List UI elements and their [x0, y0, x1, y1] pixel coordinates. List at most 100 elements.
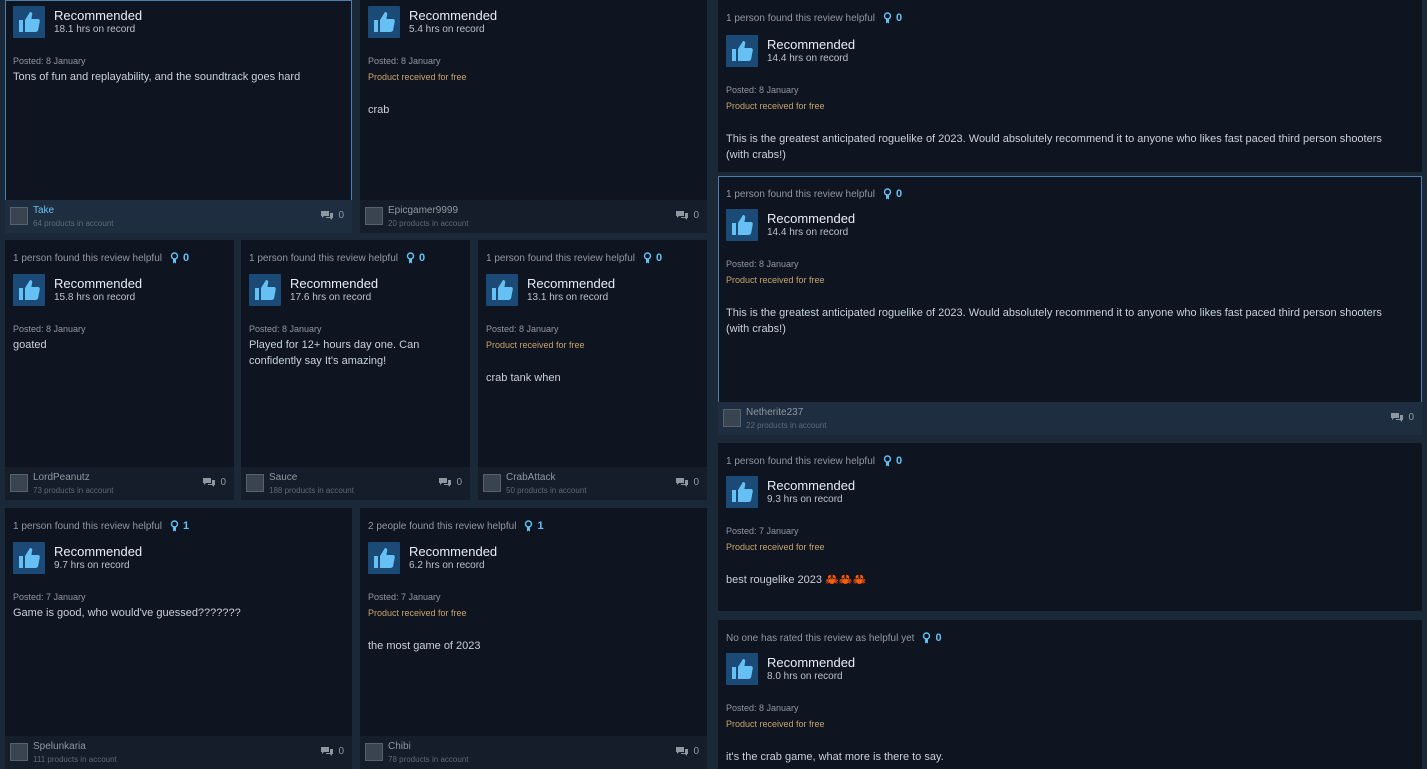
review-header[interactable]: Recommended 5.4 hrs on record — [368, 6, 497, 38]
review-card[interactable]: 1 person found this review helpful 0 Reco… — [5, 240, 234, 500]
posted-date: Posted: 8 January — [368, 56, 441, 66]
review-card[interactable]: 1 person found this review helpful 0 Reco… — [241, 240, 470, 500]
avatar[interactable] — [483, 474, 501, 492]
award-button[interactable]: 0 — [170, 252, 189, 264]
review-card[interactable]: 1 person found this review helpful 0 Reco… — [718, 0, 1422, 172]
comment-icon — [321, 747, 334, 756]
avatar[interactable] — [365, 207, 383, 225]
username[interactable]: Chibi — [388, 741, 411, 752]
review-header[interactable]: Recommended 8.0 hrs on record — [726, 653, 855, 685]
posted-date: Posted: 7 January — [726, 526, 799, 536]
comment-count[interactable]: 0 — [438, 477, 462, 488]
hours-on-record: 14.4 hrs on record — [767, 226, 849, 238]
helpful-count-label: 1 person found this review helpful 0 — [486, 252, 663, 264]
posted-date: Posted: 8 January — [726, 259, 799, 269]
comment-count[interactable]: 0 — [1390, 412, 1414, 423]
review-author[interactable]: CrabAttack 50 products in account 0 — [478, 467, 707, 500]
avatar[interactable] — [365, 743, 383, 761]
username[interactable]: LordPeanutz — [33, 472, 90, 483]
posted-date: Posted: 8 January — [13, 56, 86, 66]
helpful-count-label: 1 person found this review helpful 1 — [13, 520, 190, 532]
comment-count[interactable]: 0 — [202, 477, 226, 488]
review-header[interactable]: Recommended 15.8 hrs on record — [13, 274, 142, 306]
review-header[interactable]: Recommended 18.1 hrs on record — [13, 6, 142, 38]
review-text: Game is good, who would've guessed??????… — [13, 607, 241, 619]
hours-on-record: 14.4 hrs on record — [767, 52, 849, 64]
thumbs-up-icon — [726, 476, 758, 508]
award-button[interactable]: 0 — [922, 632, 942, 644]
award-icon — [170, 252, 179, 264]
review-card[interactable]: 1 person found this review helpful 1 Reco… — [5, 508, 352, 769]
helpful-count-label: 2 people found this review helpful 1 — [368, 520, 544, 532]
review-header[interactable]: Recommended 9.7 hrs on record — [13, 542, 142, 574]
username[interactable]: Take — [33, 205, 54, 216]
award-button[interactable]: 1 — [170, 520, 189, 532]
review-card[interactable]: 1 person found this review helpful 0 Reco… — [718, 176, 1422, 435]
comment-count[interactable]: 0 — [675, 210, 699, 221]
review-card[interactable]: Recommended 5.4 hrs on record Posted: 8 … — [360, 0, 707, 233]
review-author[interactable]: Chibi 78 products in account 0 — [360, 736, 707, 769]
username[interactable]: Netherite237 — [746, 407, 803, 418]
review-author[interactable]: Epicgamer9999 20 products in account 0 — [360, 200, 707, 233]
review-card[interactable]: 1 person found this review helpful 0 Reco… — [718, 443, 1422, 611]
comment-count[interactable]: 0 — [320, 746, 344, 757]
posted-date: Posted: 8 January — [13, 324, 86, 334]
review-text: it's the crab game, what more is there t… — [726, 751, 944, 763]
avatar[interactable] — [246, 474, 264, 492]
posted-date: Posted: 7 January — [368, 592, 441, 602]
review-card[interactable]: Recommended 18.1 hrs on record Posted: 8… — [5, 0, 352, 233]
comment-count[interactable]: 0 — [675, 477, 699, 488]
avatar[interactable] — [10, 474, 28, 492]
award-button[interactable]: 0 — [883, 12, 902, 24]
username[interactable]: CrabAttack — [506, 472, 555, 483]
review-author[interactable]: Netherite237 22 products in account 0 — [718, 402, 1422, 435]
helpful-count-label: 1 person found this review helpful 0 — [726, 455, 903, 467]
helpful-count-label: 1 person found this review helpful 0 — [726, 188, 903, 200]
review-header[interactable]: Recommended 14.4 hrs on record — [726, 209, 855, 241]
thumbs-up-icon — [368, 6, 400, 38]
posted-date: Posted: 8 January — [249, 324, 322, 334]
review-author[interactable]: LordPeanutz 73 products in account 0 — [5, 467, 234, 500]
username[interactable]: Spelunkaria — [33, 741, 86, 752]
award-button[interactable]: 0 — [883, 455, 902, 467]
review-header[interactable]: Recommended 6.2 hrs on record — [368, 542, 497, 574]
review-header[interactable]: Recommended 9.3 hrs on record — [726, 476, 855, 508]
review-card[interactable]: 2 people found this review helpful 1 Reco… — [360, 508, 707, 769]
avatar[interactable] — [10, 207, 28, 225]
review-author[interactable]: Take 64 products in account 0 — [5, 200, 352, 233]
review-header[interactable]: Recommended 17.6 hrs on record — [249, 274, 378, 306]
review-card[interactable]: 1 person found this review helpful 0 Reco… — [478, 240, 707, 500]
review-header[interactable]: Recommended 13.1 hrs on record — [486, 274, 615, 306]
comment-icon — [676, 478, 689, 487]
products-count: 64 products in account — [33, 219, 114, 228]
review-header[interactable]: Recommended 14.4 hrs on record — [726, 35, 855, 67]
recommendation-label: Recommended — [290, 276, 379, 292]
recommendation-label: Recommended — [54, 544, 143, 560]
avatar[interactable] — [723, 409, 741, 427]
comment-count[interactable]: 0 — [675, 746, 699, 757]
comment-icon — [676, 747, 689, 756]
review-text: Tons of fun and replayability, and the s… — [13, 71, 301, 83]
review-author[interactable]: Sauce 188 products in account 0 — [241, 467, 470, 500]
recommendation-label: Recommended — [54, 276, 143, 292]
thumbs-up-icon — [13, 542, 45, 574]
avatar[interactable] — [10, 743, 28, 761]
free-product-label: Product received for free — [486, 340, 585, 350]
comment-icon — [676, 211, 689, 220]
thumbs-up-icon — [13, 6, 45, 38]
username[interactable]: Epicgamer9999 — [388, 205, 458, 216]
thumbs-up-icon — [13, 274, 45, 306]
award-button[interactable]: 1 — [524, 520, 544, 532]
award-icon — [923, 632, 931, 644]
comment-count[interactable]: 0 — [320, 210, 344, 221]
recommendation-label: Recommended — [767, 37, 856, 53]
hours-on-record: 8.0 hrs on record — [767, 670, 843, 682]
review-card[interactable]: No one has rated this review as helpful … — [718, 620, 1422, 769]
username[interactable]: Sauce — [269, 472, 297, 483]
review-author[interactable]: Spelunkaria 111 products in account 0 — [5, 736, 352, 769]
products-count: 78 products in account — [388, 755, 469, 764]
award-button[interactable]: 0 — [883, 188, 902, 200]
award-button[interactable]: 0 — [406, 252, 425, 264]
hours-on-record: 5.4 hrs on record — [409, 23, 485, 35]
award-button[interactable]: 0 — [643, 252, 662, 264]
